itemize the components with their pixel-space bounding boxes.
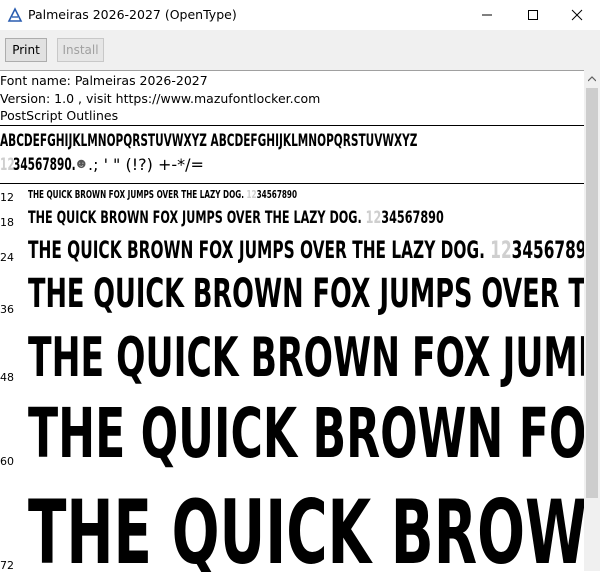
sample-60: THE QUICK BROWN FOX JUMPS OVER THE LAZY … xyxy=(28,394,584,474)
sample-48: THE QUICK BROWN FOX JUMPS OVER THE LAZY … xyxy=(28,326,584,389)
toolbar: Print Install xyxy=(0,30,600,71)
close-button[interactable] xyxy=(554,0,600,30)
charset-line-2: 12 34567890. ☻ .; ' " (!?) +-*/= xyxy=(0,155,584,179)
size-label-18: 18 xyxy=(0,216,14,229)
window-title: Palmeiras 2026-2027 (OpenType) xyxy=(28,7,237,22)
divider xyxy=(0,183,584,184)
maximize-button[interactable] xyxy=(510,0,556,30)
font-preview-pane: Font name: Palmeiras 2026-2027 Version: … xyxy=(0,70,584,572)
charset-line-1: ABCDEFGHIJKLMNOPQRSTUVWXYZ ABCDEFGHIJKLM… xyxy=(0,131,584,155)
charset-digits: 34567890. xyxy=(13,155,76,175)
maximize-icon xyxy=(528,10,538,20)
charset-punctuation: .; ' " (!?) +-*/= xyxy=(88,155,204,174)
size-label-24: 24 xyxy=(0,251,14,264)
charset-symbol: ☻ xyxy=(74,155,89,171)
sample-36: THE QUICK BROWN FOX JUMPS OVER THE LAZY … xyxy=(28,271,584,317)
size-label-48: 48 xyxy=(0,371,14,384)
sample-24: THE QUICK BROWN FOX JUMPS OVER THE LAZY … xyxy=(28,236,584,264)
title-bar: Palmeiras 2026-2027 (OpenType) xyxy=(0,0,600,30)
size-label-60: 60 xyxy=(0,455,14,468)
size-label-72: 72 xyxy=(0,559,14,572)
sample-12: THE QUICK BROWN FOX JUMPS OVER THE LAZY … xyxy=(28,188,298,201)
scrollbar-thumb[interactable] xyxy=(586,88,598,498)
sample-72: THE QUICK BROWN FOX JUMPS OVER THE LAZY … xyxy=(28,481,584,572)
font-name-line: Font name: Palmeiras 2026-2027 xyxy=(0,73,208,88)
minimize-icon xyxy=(482,14,492,16)
outlines-line: PostScript Outlines xyxy=(0,108,119,123)
close-icon xyxy=(571,9,583,21)
charset-uppercase: ABCDEFGHIJKLMNOPQRSTUVWXYZ ABCDEFGHIJKLM… xyxy=(0,131,418,151)
print-button[interactable]: Print xyxy=(5,38,47,62)
vertical-scrollbar[interactable] xyxy=(584,70,600,571)
chevron-up-icon xyxy=(588,75,596,81)
minimize-button[interactable] xyxy=(464,0,510,30)
size-label-36: 36 xyxy=(0,303,14,316)
size-label-12: 12 xyxy=(0,191,14,204)
font-app-icon xyxy=(7,7,23,22)
install-button[interactable]: Install xyxy=(57,38,104,62)
sample-18: THE QUICK BROWN FOX JUMPS OVER THE LAZY … xyxy=(28,208,444,228)
scroll-up-arrow[interactable] xyxy=(584,70,600,87)
divider xyxy=(0,125,584,126)
version-line: Version: 1.0 , visit https://www.mazufon… xyxy=(0,91,321,106)
